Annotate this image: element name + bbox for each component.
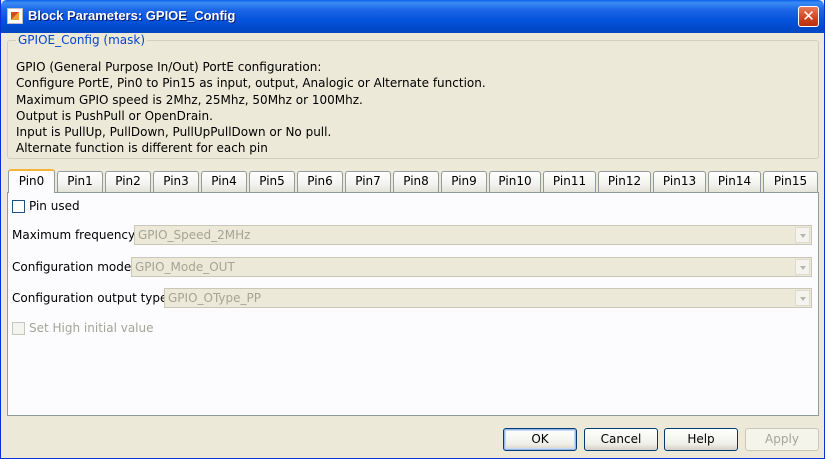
pin-used-checkbox-row[interactable]: Pin used [12,199,80,213]
description-line: Alternate function is different for each… [16,141,268,156]
config-mode-select[interactable]: GPIO_Mode_OUT [131,257,812,277]
tab-pin10[interactable]: Pin10 [489,171,541,192]
max-frequency-select[interactable]: GPIO_Speed_2MHz [134,225,812,245]
tab-pin7[interactable]: Pin7 [345,171,391,192]
tab-pin6[interactable]: Pin6 [297,171,343,192]
chevron-down-icon[interactable] [795,259,810,275]
ok-button[interactable]: OK [503,428,577,451]
simulink-app-icon [7,8,23,24]
close-button[interactable]: ✕ [798,6,819,27]
tab-pin9[interactable]: Pin9 [441,171,487,192]
output-type-select[interactable]: GPIO_OType_PP [164,288,812,308]
block-parameters-dialog: Block Parameters: GPIOE_Config ✕ GPIOE_C… [0,0,825,459]
tab-pin4[interactable]: Pin4 [201,171,247,192]
chevron-down-icon[interactable] [795,290,810,306]
description-line: Output is PushPull or OpenDrain. [16,108,213,123]
tab-pin2[interactable]: Pin2 [105,171,151,192]
title-bar[interactable]: Block Parameters: GPIOE_Config ✕ [1,0,824,33]
set-high-label: Set High initial value [29,321,154,335]
cancel-button[interactable]: Cancel [584,428,658,451]
chevron-down-icon[interactable] [795,227,810,243]
set-high-checkbox-row[interactable]: Set High initial value [12,321,154,335]
tab-pin3[interactable]: Pin3 [153,171,199,192]
tab-pin13[interactable]: Pin13 [653,171,706,192]
apply-button[interactable]: Apply [745,428,819,451]
pin-settings-panel: Pin used Maximum frequency GPIO_Speed_2M… [7,192,819,416]
tab-pin0[interactable]: Pin0 [8,169,55,193]
tab-pin11[interactable]: Pin11 [543,171,596,192]
pin-used-checkbox[interactable] [12,199,25,213]
max-frequency-label: Maximum frequency [12,228,136,242]
description-line: GPIO (General Purpose In/Out) PortE conf… [16,60,322,74]
set-high-checkbox[interactable] [12,321,25,335]
config-mode-label: Configuration mode [12,260,132,274]
tab-pin15[interactable]: Pin15 [763,171,818,192]
mask-description-group: GPIOE_Config (mask) GPIO (General Purpos… [7,33,819,159]
tab-pin1[interactable]: Pin1 [57,171,103,192]
description-line: Input is PullUp, PullDown, PullUpPullDow… [16,125,332,140]
output-type-label: Configuration output type [12,291,168,305]
description-line: Maximum GPIO speed is 2Mhz, 25Mhz, 50Mhz… [16,92,363,107]
output-type-value: GPIO_OType_PP [168,291,261,305]
window-title: Block Parameters: GPIOE_Config [28,8,236,23]
config-mode-value: GPIO_Mode_OUT [135,260,235,274]
tab-pin8[interactable]: Pin8 [393,171,439,192]
mask-description: GPIO (General Purpose In/Out) PortE conf… [16,59,486,157]
help-button[interactable]: Help [664,428,738,451]
tab-pin12[interactable]: Pin12 [598,171,651,192]
tab-pin5[interactable]: Pin5 [249,171,295,192]
mask-legend: GPIOE_Config (mask) [16,33,148,47]
description-line: Configure PortE, Pin0 to Pin15 as input,… [16,76,486,91]
max-frequency-value: GPIO_Speed_2MHz [138,228,251,242]
tab-pin14[interactable]: Pin14 [708,171,761,192]
pin-used-label: Pin used [29,199,80,213]
pin-tabs: Pin0 Pin1 Pin2 Pin3 Pin4 Pin5 Pin6 Pin7 … [7,169,819,193]
